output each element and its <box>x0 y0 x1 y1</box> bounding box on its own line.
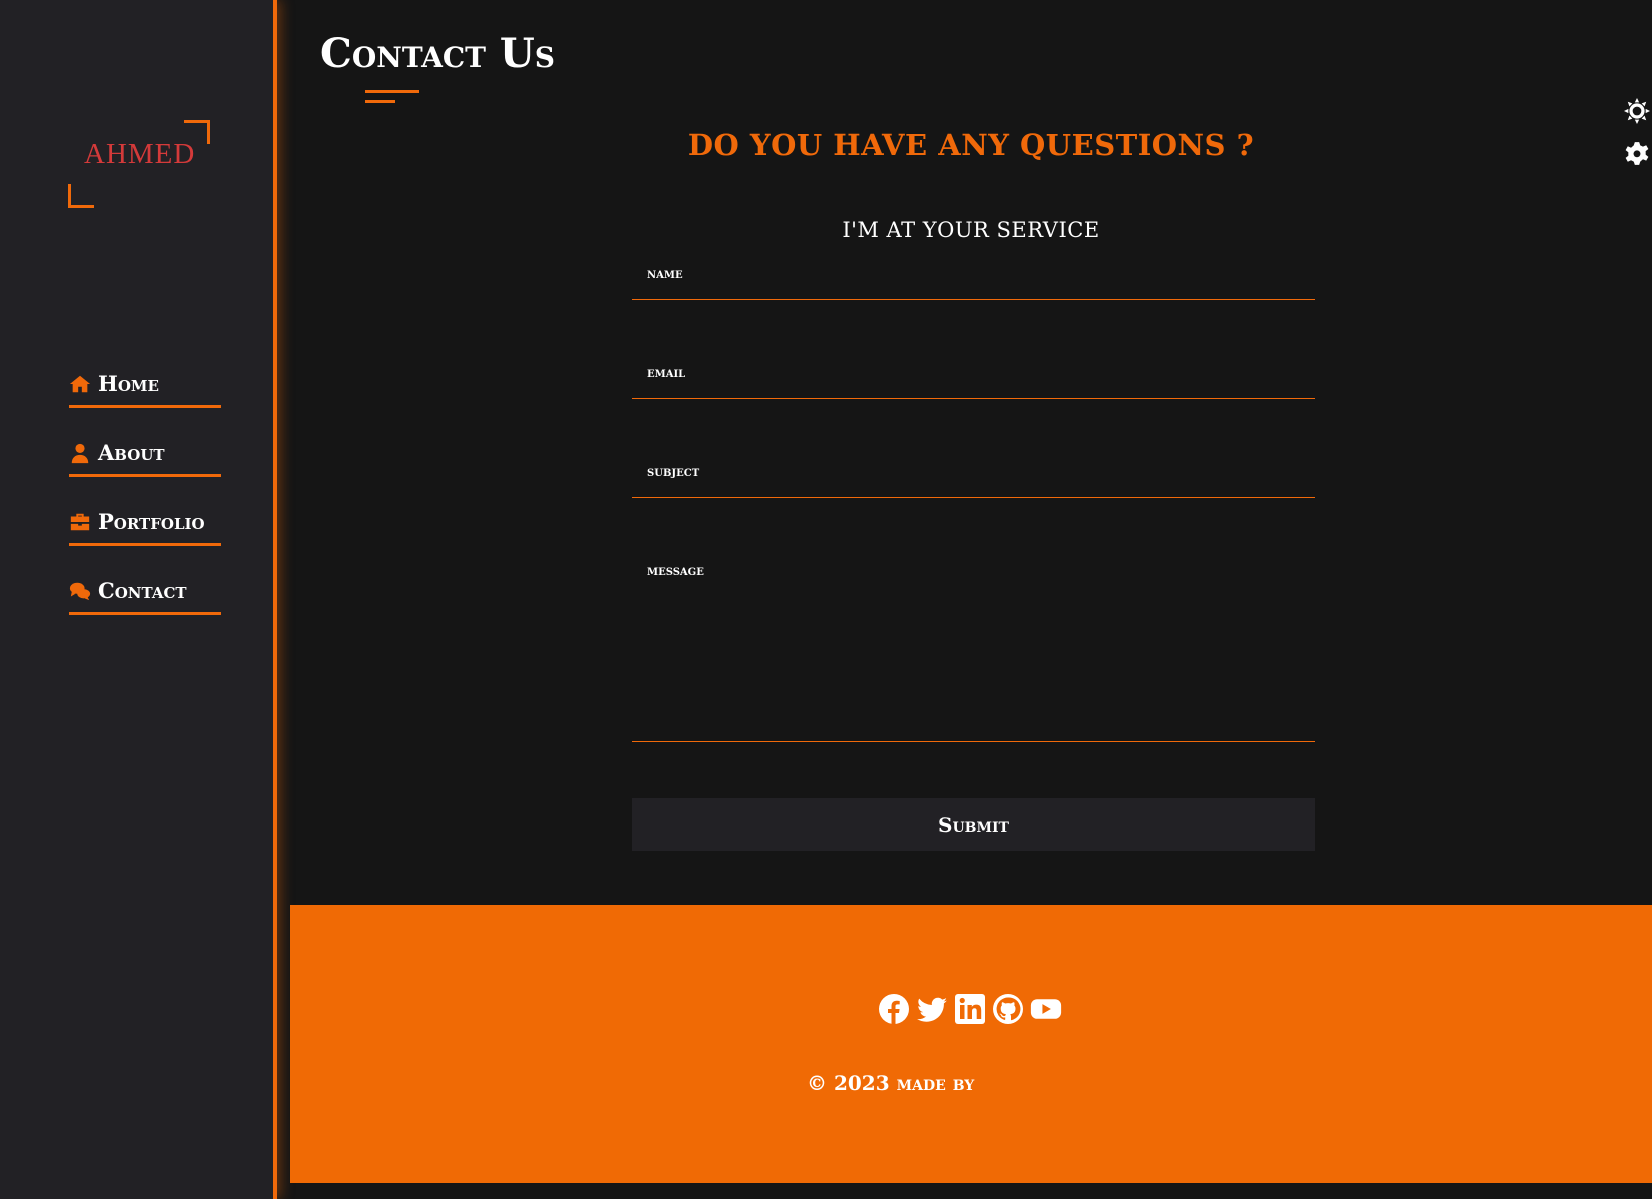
briefcase-icon <box>70 513 90 530</box>
github-icon[interactable] <box>992 993 1024 1025</box>
email-field[interactable]: email <box>632 357 1315 399</box>
submit-button[interactable]: Submit <box>632 798 1315 851</box>
nav-item-label: Contact <box>98 578 187 603</box>
social-links <box>878 993 1062 1025</box>
sun-icon[interactable] <box>1624 98 1650 124</box>
nav-item-about[interactable]: About <box>69 435 221 477</box>
name-label: name <box>647 266 683 282</box>
youtube-icon[interactable] <box>1030 993 1062 1025</box>
contact-heading: DO YOU HAVE ANY QUESTIONS ? <box>687 128 1255 162</box>
title-underline <box>365 90 419 93</box>
sidebar: AHMED Home About Portfolio Contact <box>0 0 277 1199</box>
title-underline-short <box>365 100 395 103</box>
linkedin-icon[interactable] <box>954 993 986 1025</box>
nav-item-label: Portfolio <box>98 509 205 534</box>
contact-form: name email subject message Submit <box>632 258 1315 851</box>
page-title: Contact Us <box>320 30 555 77</box>
facebook-icon[interactable] <box>878 993 910 1025</box>
nav-item-label: About <box>98 440 165 465</box>
logo-corner-bottom-left <box>68 184 94 208</box>
main-content: Contact Us DO YOU HAVE ANY QUESTIONS ? I… <box>290 0 1652 1199</box>
home-icon <box>69 375 91 392</box>
user-icon <box>71 443 89 463</box>
message-label: message <box>647 563 704 579</box>
nav-item-label: Home <box>98 371 159 396</box>
subject-label: subject <box>647 464 700 480</box>
nav-item-contact[interactable]: Contact <box>69 573 221 615</box>
twitter-icon[interactable] <box>916 993 948 1025</box>
nav-item-portfolio[interactable]: Portfolio <box>69 504 221 546</box>
subject-field[interactable]: subject <box>632 456 1315 498</box>
chat-icon <box>69 582 91 600</box>
email-label: email <box>647 365 686 381</box>
message-field[interactable]: message <box>632 555 1315 742</box>
logo-text: AHMED <box>84 138 196 170</box>
footer: © 2023 made by <box>290 905 1652 1183</box>
nav-item-home[interactable]: Home <box>69 366 221 408</box>
contact-subheading: I'M AT YOUR SERVICE <box>842 218 1100 242</box>
logo[interactable]: AHMED <box>66 118 210 208</box>
copyright-text: © 2023 made by <box>807 1071 975 1095</box>
name-field[interactable]: name <box>632 258 1315 300</box>
sidebar-nav: Home About Portfolio Contact <box>69 366 221 642</box>
